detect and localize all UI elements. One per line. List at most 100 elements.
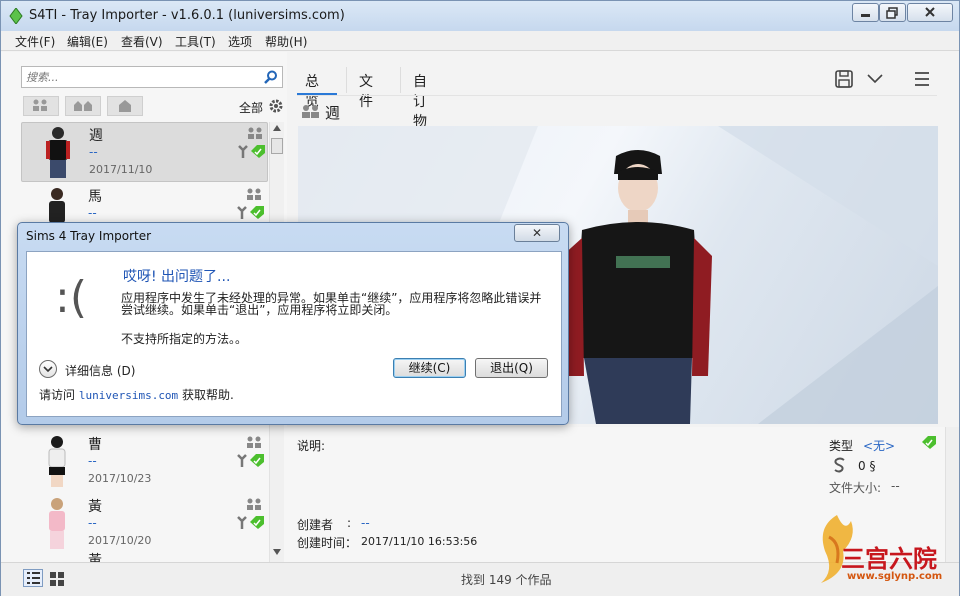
list-item[interactable]: 黃 -- 2017/10/20 (21, 494, 268, 554)
sim-name: 馬 (88, 189, 102, 205)
wrench-icon (238, 145, 248, 158)
people-icon (248, 127, 262, 139)
results-count: 找到 149 个作品 (461, 573, 552, 587)
filter-all-label[interactable]: 全部 (239, 99, 263, 116)
sim-name: 曹 (88, 437, 102, 453)
watermark-logo: 三宫六院 www.sglynp.com (807, 507, 960, 595)
scroll-up-icon[interactable] (273, 125, 281, 131)
description-label: 说明: (297, 439, 326, 453)
window-title: S4TI - Tray Importer - v1.6.0.1 (luniver… (29, 8, 345, 23)
search-input[interactable] (22, 67, 252, 87)
filter-rooms-button[interactable] (107, 96, 143, 116)
dialog-error-detail: 不支持所指定的方法。。 (121, 332, 248, 346)
grid-view-icon[interactable] (49, 571, 65, 587)
tab-divider (346, 67, 347, 93)
scroll-thumb[interactable] (271, 138, 283, 154)
save-icon[interactable] (835, 70, 853, 88)
sim-name: 黃 (88, 499, 102, 515)
help-link[interactable]: luniversims.com (79, 389, 178, 402)
search-icon[interactable] (264, 70, 278, 84)
people-icon (247, 498, 261, 510)
gear-icon[interactable] (268, 98, 284, 114)
people-icon (247, 436, 261, 448)
dialog-close-button[interactable]: ✕ (514, 224, 560, 242)
creator-separator: : (347, 516, 352, 530)
maximize-button[interactable] (879, 3, 906, 22)
filter-households-button[interactable] (23, 96, 59, 116)
creator-value: -- (361, 516, 370, 530)
sim-creator: -- (88, 516, 97, 530)
house-icon (119, 100, 131, 112)
window-close-button[interactable] (907, 3, 953, 22)
list-item[interactable]: 黃 (21, 550, 268, 562)
chevron-down-icon (43, 366, 53, 373)
watermark-text: 三宫六院 (841, 544, 937, 573)
menu-options[interactable]: 选项 (228, 33, 252, 50)
watermark-url: www.sglynp.com (847, 571, 943, 582)
sim-thumbnail (49, 498, 65, 549)
expand-details-button[interactable] (39, 360, 57, 378)
error-dialog: Sims 4 Tray Importer ✕ :( 哎呀! 出问题了... 应用… (17, 222, 569, 425)
menu-icon[interactable] (914, 71, 930, 87)
search-box (21, 66, 283, 88)
tag-icon (922, 436, 936, 449)
continue-button[interactable]: 继续(C) (393, 358, 466, 378)
dialog-body: :( 哎呀! 出问题了... 应用程序中发生了未经处理的异常。如果单击“继续”，… (26, 251, 562, 417)
sim-name: 黃 (88, 553, 102, 562)
sim-date: 2017/11/10 (89, 163, 153, 176)
sim-creator: -- (88, 206, 97, 220)
menu-bar: 文件(F) 编辑(E) 查看(V) 工具(T) 选项 帮助(H) (1, 31, 959, 51)
dialog-title: Sims 4 Tray Importer (26, 229, 152, 243)
menu-file[interactable]: 文件(F) (15, 33, 55, 50)
tag-icon (250, 516, 264, 529)
tab-files[interactable]: 文件 (359, 71, 373, 111)
close-icon (925, 7, 935, 17)
plumbob-icon (9, 8, 23, 24)
tab-divider (400, 67, 401, 93)
exit-button[interactable]: 退出(Q) (475, 358, 548, 378)
sad-face-icon: :( (55, 272, 87, 323)
chevron-down-icon[interactable] (867, 73, 883, 85)
details-label[interactable]: 详细信息 (D) (65, 362, 135, 379)
wrench-icon (237, 454, 247, 467)
sim-thumbnail (48, 436, 66, 487)
simoleons-value: 0 § (858, 459, 876, 473)
list-item[interactable]: 曹 -- 2017/10/23 (21, 432, 268, 492)
wrench-icon (237, 516, 247, 529)
sim-thumbnail (46, 127, 70, 178)
people-icon (302, 105, 319, 118)
menu-help[interactable]: 帮助(H) (265, 33, 307, 50)
type-label: 类型 (829, 439, 854, 453)
filesize-value: -- (891, 479, 900, 493)
dialog-message: 应用程序中发生了未经处理的异常。如果单击“继续”，应用程序将忽略此错误并尝试继续… (121, 291, 542, 317)
sim-creator: -- (88, 454, 97, 468)
sim-name: 週 (89, 128, 103, 144)
filter-lots-button[interactable] (65, 96, 101, 116)
help-suffix: 获取帮助. (182, 388, 234, 402)
wrench-icon (237, 206, 247, 219)
list-view-icon (27, 572, 40, 584)
sim-creator: -- (89, 145, 98, 159)
menu-edit[interactable]: 编辑(E) (67, 33, 108, 50)
list-view-button[interactable] (23, 569, 43, 587)
title-bar: S4TI - Tray Importer - v1.6.0.1 (luniver… (1, 1, 959, 31)
sim-date: 2017/10/20 (88, 534, 152, 547)
created-label: 创建时间： (297, 536, 358, 550)
people-down-icon (33, 99, 47, 111)
menu-tools[interactable]: 工具(T) (175, 33, 216, 50)
sim-date: 2017/10/23 (88, 472, 152, 485)
created-value: 2017/11/10 16:53:56 (361, 535, 478, 548)
minimize-button[interactable] (852, 3, 879, 22)
restore-icon (886, 7, 898, 19)
creator-label: 创建者 (297, 518, 334, 532)
minimize-icon (861, 14, 870, 17)
tag-icon (250, 206, 264, 219)
type-value[interactable]: <无> (863, 437, 895, 454)
tab-separator (297, 95, 937, 96)
list-item[interactable]: 週 -- 2017/11/10 (21, 122, 268, 182)
menu-view[interactable]: 查看(V) (121, 33, 163, 50)
filesize-label: 文件大小: (829, 481, 882, 495)
scroll-down-icon[interactable] (273, 549, 281, 555)
dialog-heading: 哎呀! 出问题了... (123, 269, 231, 285)
selected-sim-name: 週 (325, 104, 341, 122)
